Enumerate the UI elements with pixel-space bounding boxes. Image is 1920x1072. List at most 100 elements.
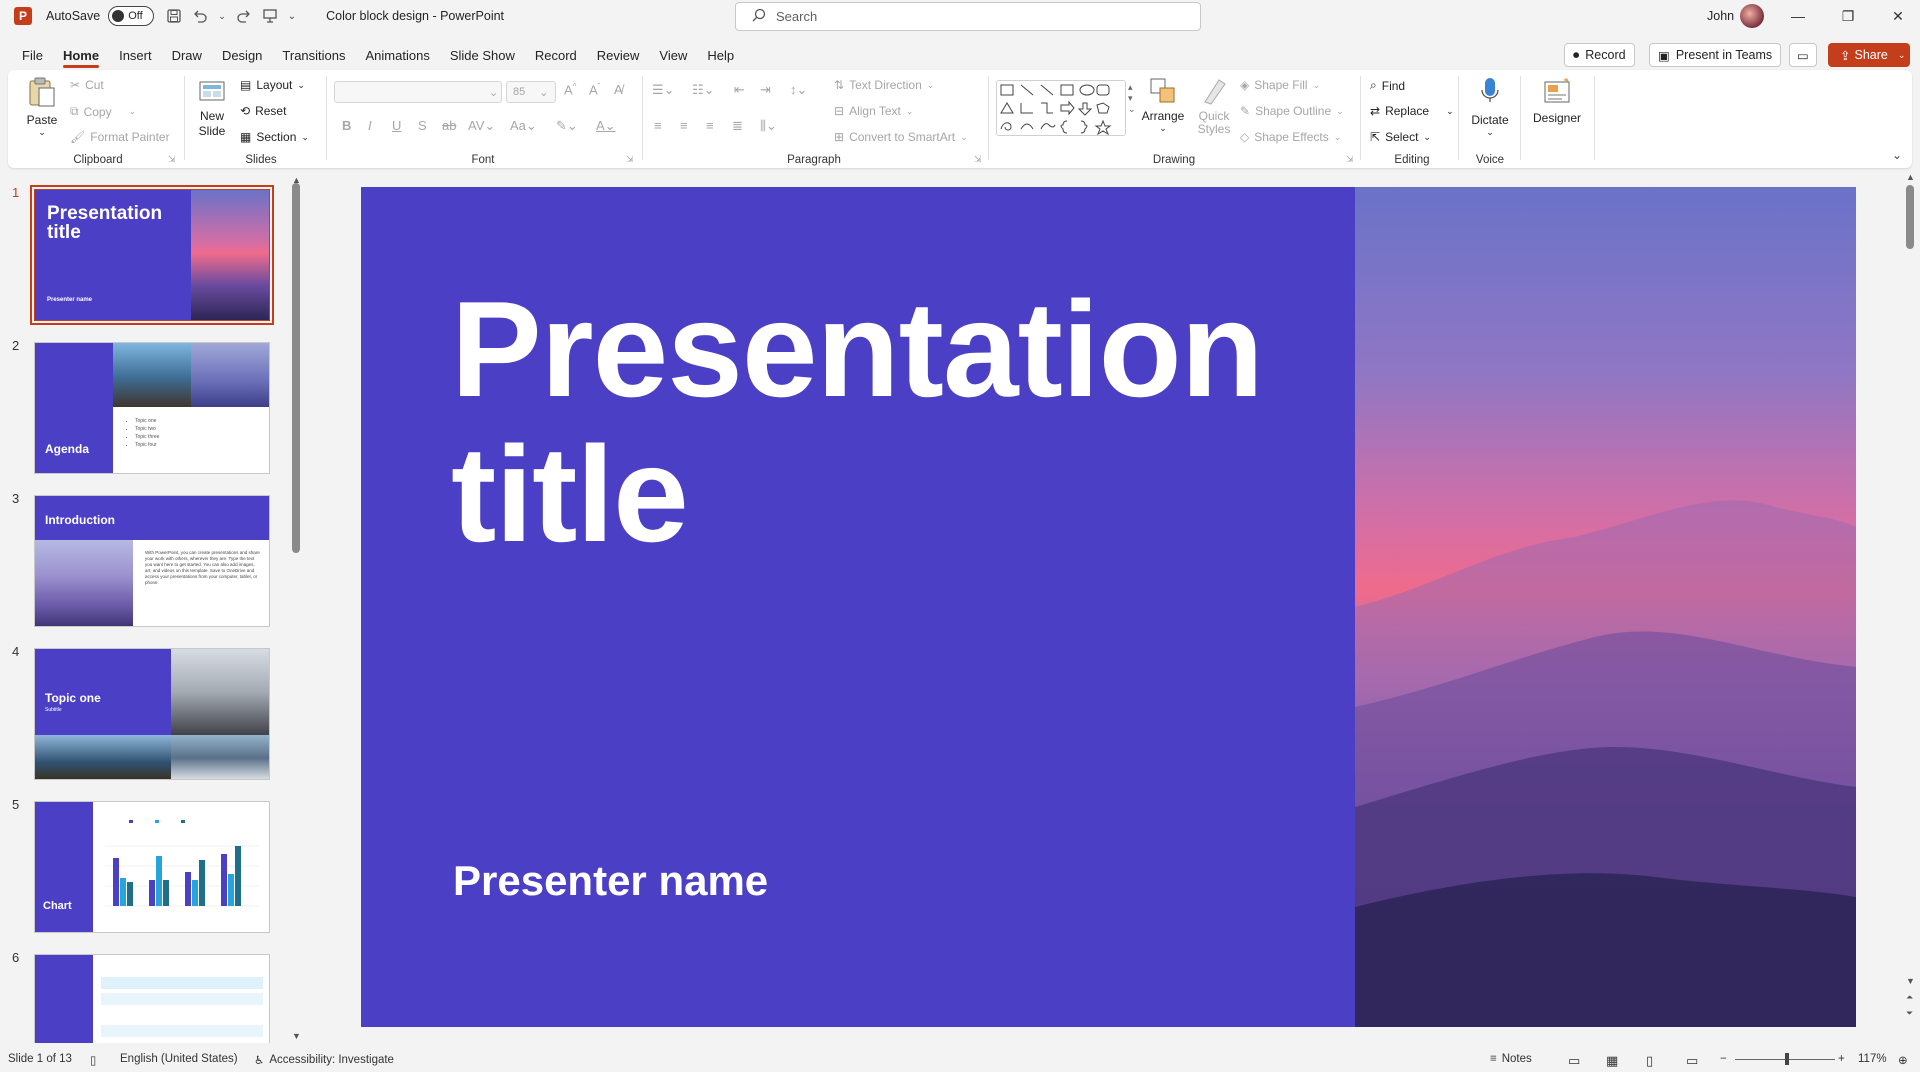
slide-canvas[interactable]: Presentation title Presenter name	[361, 187, 1856, 1027]
tab-draw[interactable]: Draw	[162, 40, 212, 70]
font-name-select[interactable]: ⌄	[334, 81, 502, 103]
slide-thumbnail-2[interactable]: Agenda Topic one Topic two Topic three T…	[34, 342, 270, 474]
change-case-icon[interactable]: Aa⌄	[510, 118, 537, 134]
align-left-icon[interactable]: ≡	[654, 118, 662, 133]
select-button[interactable]: ⇱ Select ⌄	[1370, 130, 1431, 144]
spell-check-icon[interactable]: ▯	[90, 1053, 96, 1067]
align-text-button[interactable]: ⊟ Align Text ⌄	[834, 104, 913, 118]
text-direction-button[interactable]: ⇅ Text Direction ⌄	[834, 78, 934, 92]
scroll-down-icon[interactable]: ▼	[292, 1031, 301, 1041]
copy-button[interactable]: ⧉ Copy ⌄	[70, 104, 136, 119]
tab-record[interactable]: Record	[525, 40, 587, 70]
tab-review[interactable]: Review	[587, 40, 650, 70]
paste-button[interactable]: Paste ⌄	[22, 76, 62, 138]
clear-formatting-icon[interactable]: A̸	[614, 82, 623, 97]
share-button[interactable]: ⇪ Share ⌄	[1828, 43, 1910, 67]
cut-button[interactable]: ✂ Cut	[70, 78, 104, 92]
slide-photo[interactable]	[1355, 187, 1856, 1027]
font-color-icon[interactable]: A⌄	[596, 118, 616, 134]
section-button[interactable]: ▦ Section ⌄	[240, 130, 309, 144]
tab-insert[interactable]: Insert	[109, 40, 162, 70]
thumbnails-scrollbar[interactable]	[292, 183, 300, 553]
collapse-ribbon-icon[interactable]: ⌄	[1892, 148, 1902, 162]
restore-icon[interactable]: ❐	[1825, 0, 1871, 32]
align-right-icon[interactable]: ≡	[706, 118, 714, 133]
convert-smartart-button[interactable]: ⊞ Convert to SmartArt ⌄	[834, 130, 968, 144]
layout-button[interactable]: ▤ Layout ⌄	[240, 78, 305, 92]
slide-thumbnail-4[interactable]: Topic one Subtitle	[34, 648, 270, 780]
text-shadow-icon[interactable]: S	[418, 118, 427, 133]
decrease-font-size-icon[interactable]: Aˇ	[589, 82, 600, 97]
previous-slide-icon[interactable]: ⏶	[1906, 992, 1913, 1003]
slide-sorter-icon[interactable]: ▦	[1606, 1053, 1618, 1069]
slide-scrollbar[interactable]	[1906, 185, 1914, 249]
underline-icon[interactable]: U	[392, 118, 401, 133]
columns-icon[interactable]: ⫼⌄	[760, 118, 777, 134]
increase-indent-icon[interactable]: ⇥	[760, 82, 771, 98]
shape-outline-button[interactable]: ✎ Shape Outline ⌄	[1240, 104, 1344, 118]
user-name[interactable]: John	[1707, 9, 1734, 23]
character-spacing-icon[interactable]: AV⌄	[468, 118, 495, 134]
notes-button[interactable]: ≡ Notes	[1490, 1053, 1532, 1065]
slide-thumbnail-3[interactable]: Introduction With PowerPoint, you can cr…	[34, 495, 270, 627]
strikethrough-icon[interactable]: ab	[442, 118, 456, 133]
accessibility-button[interactable]: ♿ Accessibility: Investigate	[254, 1053, 394, 1067]
comments-button[interactable]: ▭	[1789, 43, 1817, 67]
decrease-indent-icon[interactable]: ⇤	[734, 82, 745, 98]
scroll-up-icon[interactable]: ▲	[1906, 172, 1915, 182]
redo-icon[interactable]	[236, 8, 252, 24]
tab-transitions[interactable]: Transitions	[272, 40, 355, 70]
find-button[interactable]: ⌕ Find	[1370, 78, 1405, 93]
justify-icon[interactable]: ≣	[732, 118, 743, 134]
increase-font-size-icon[interactable]: A^	[564, 82, 576, 97]
zoom-slider-thumb[interactable]	[1785, 1053, 1789, 1065]
slide-thumbnail-1[interactable]: Presentation title Presenter name	[30, 185, 274, 325]
arrange-button[interactable]: Arrange ⌄	[1140, 76, 1186, 134]
present-from-start-icon[interactable]	[262, 8, 278, 24]
undo-icon[interactable]	[192, 8, 208, 24]
reading-view-icon[interactable]: ▯	[1646, 1053, 1653, 1069]
zoom-out-icon[interactable]: −	[1720, 1053, 1727, 1065]
highlight-color-icon[interactable]: ✎⌄	[556, 118, 578, 134]
present-in-teams-button[interactable]: ▣ Present in Teams	[1649, 43, 1782, 67]
autosave-toggle[interactable]: Off	[108, 6, 155, 26]
slide-thumbnail-5[interactable]: Chart	[34, 801, 270, 933]
dialog-launcher-icon[interactable]: ⇲	[974, 154, 982, 165]
language-label[interactable]: English (United States)	[120, 1053, 238, 1065]
designer-button[interactable]: Designer	[1528, 76, 1586, 125]
fit-to-window-icon[interactable]: ⊕	[1898, 1053, 1908, 1067]
customize-quick-access-icon[interactable]: ⌄	[288, 11, 296, 22]
tab-slide-show[interactable]: Slide Show	[440, 40, 525, 70]
scroll-down-icon[interactable]: ▼	[1906, 976, 1915, 986]
dialog-launcher-icon[interactable]: ⇲	[1346, 154, 1354, 165]
reset-button[interactable]: ⟲ Reset	[240, 104, 286, 118]
font-size-select[interactable]: 85 ⌄	[506, 81, 556, 103]
normal-view-icon[interactable]: ▭	[1568, 1053, 1580, 1069]
save-icon[interactable]	[166, 8, 182, 24]
dialog-launcher-icon[interactable]: ⇲	[168, 154, 176, 165]
shapes-gallery[interactable]	[996, 80, 1126, 136]
dictate-button[interactable]: Dictate ⌄	[1468, 76, 1512, 138]
tab-home[interactable]: Home	[53, 40, 109, 70]
slide-thumbnail-6[interactable]	[34, 954, 270, 1043]
line-spacing-icon[interactable]: ↕⌄	[790, 82, 807, 98]
shape-fill-button[interactable]: ◈ Shape Fill ⌄	[1240, 78, 1320, 92]
dialog-launcher-icon[interactable]: ⇲	[626, 154, 634, 165]
chevron-down-icon[interactable]: ⌄	[1898, 50, 1906, 61]
numbering-icon[interactable]: ☷⌄	[692, 82, 715, 98]
bullets-icon[interactable]: ☰⌄	[652, 82, 675, 98]
chevron-down-icon[interactable]: ⌄	[218, 11, 226, 22]
shape-effects-button[interactable]: ◇ Shape Effects ⌄	[1240, 130, 1341, 144]
search-input[interactable]: Search	[735, 2, 1201, 31]
new-slide-button[interactable]: New Slide	[190, 78, 234, 139]
italic-icon[interactable]: I	[368, 118, 372, 133]
tab-design[interactable]: Design	[212, 40, 272, 70]
next-slide-icon[interactable]: ⏷	[1906, 1008, 1913, 1019]
presenter-name[interactable]: Presenter name	[453, 857, 768, 905]
close-icon[interactable]: ✕	[1875, 0, 1920, 32]
zoom-level[interactable]: 117%	[1858, 1053, 1887, 1065]
tab-animations[interactable]: Animations	[356, 40, 440, 70]
gallery-scroll-icon[interactable]: ▴ ▾ ⌄	[1128, 82, 1136, 115]
tab-file[interactable]: File	[12, 40, 53, 70]
quick-styles-button[interactable]: Quick Styles	[1192, 76, 1236, 135]
